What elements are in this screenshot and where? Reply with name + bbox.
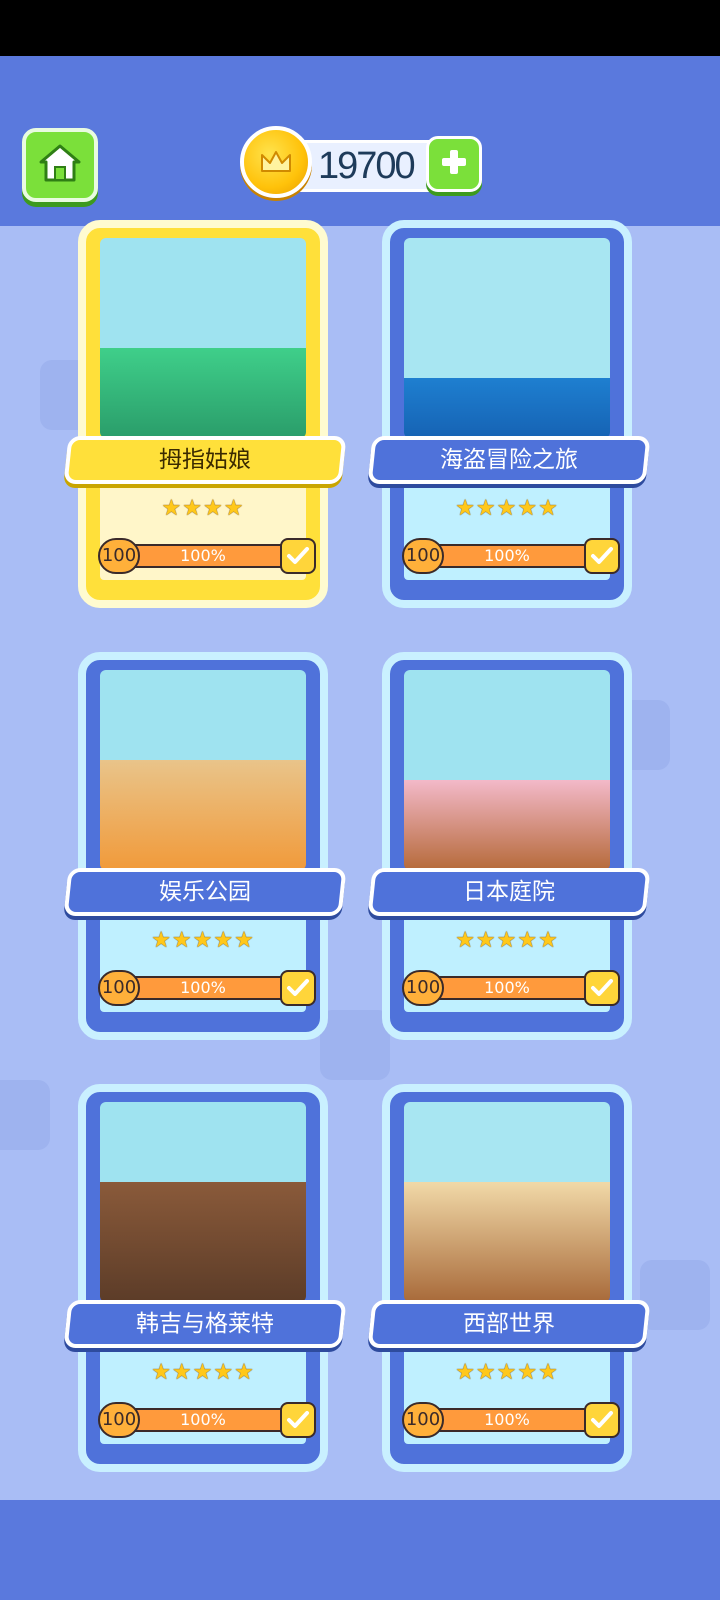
level-card[interactable]: 日本庭院 ★★★★★ 100% 100	[367, 652, 651, 1040]
check-icon	[584, 970, 620, 1006]
level-progress: 100% 100	[98, 1400, 316, 1438]
add-coins-button[interactable]	[426, 136, 482, 192]
wild-west-art	[404, 1102, 610, 1302]
level-title-text: 拇指姑娘	[159, 447, 251, 473]
level-title: 韩吉与格莱特	[63, 1300, 347, 1348]
star-rating: ★★★★★	[455, 1360, 559, 1385]
level-progress: 100% 100	[402, 968, 620, 1006]
level-card[interactable]: 海盗冒险之旅 ★★★★★ 100% 100	[367, 220, 651, 608]
level-number-badge: 100	[402, 538, 444, 574]
level-progress: 100% 100	[402, 1400, 620, 1438]
level-title: 西部世界	[367, 1300, 651, 1348]
japanese-garden-art	[404, 670, 610, 870]
check-icon	[584, 538, 620, 574]
level-number-badge: 100	[98, 1402, 140, 1438]
star-rating: ★★★★★	[151, 928, 255, 953]
star-rating: ★★★★★	[151, 1360, 255, 1385]
progress-percent: 100%	[180, 546, 226, 565]
level-title-text: 西部世界	[463, 1311, 555, 1337]
star-rating: ★★★★★	[455, 496, 559, 521]
level-progress: 100% 100	[402, 536, 620, 574]
level-card[interactable]: 拇指姑娘 ★★★★ 100% 100	[63, 220, 347, 608]
progress-percent: 100%	[180, 1410, 226, 1429]
level-title: 拇指姑娘	[63, 436, 347, 484]
bg-puzzle-piece	[640, 1260, 710, 1330]
progress-percent: 100%	[484, 1410, 530, 1429]
hansel-gretel-art	[100, 1102, 306, 1302]
level-card[interactable]: 西部世界 ★★★★★ 100% 100	[367, 1084, 651, 1472]
star-rating: ★★★★★	[455, 928, 559, 953]
level-title: 海盗冒险之旅	[367, 436, 651, 484]
home-button[interactable]	[22, 128, 98, 202]
progress-percent: 100%	[180, 978, 226, 997]
pirate-ship-art	[404, 238, 610, 438]
bg-puzzle-piece	[0, 1080, 50, 1150]
check-icon	[280, 970, 316, 1006]
coin-count: 19700	[318, 145, 416, 187]
plus-icon	[439, 147, 469, 181]
progress-percent: 100%	[484, 978, 530, 997]
level-card[interactable]: 娱乐公园 ★★★★★ 100% 100	[63, 652, 347, 1040]
crown-coin-icon	[240, 126, 312, 198]
amusement-park-art	[100, 670, 306, 870]
level-title-text: 娱乐公园	[159, 879, 251, 905]
status-bar	[0, 0, 720, 56]
check-icon	[280, 1402, 316, 1438]
level-title-text: 韩吉与格莱特	[136, 1311, 274, 1337]
check-icon	[584, 1402, 620, 1438]
level-title: 娱乐公园	[63, 868, 347, 916]
level-progress: 100% 100	[98, 536, 316, 574]
progress-percent: 100%	[484, 546, 530, 565]
bg-puzzle-piece	[320, 1010, 390, 1080]
level-number-badge: 100	[98, 970, 140, 1006]
check-icon	[280, 538, 316, 574]
level-number-badge: 100	[402, 970, 444, 1006]
thumbelina-art	[100, 238, 306, 438]
bottom-bar	[0, 1500, 720, 1600]
level-number-badge: 100	[402, 1402, 444, 1438]
home-icon	[38, 143, 82, 187]
level-number-badge: 100	[98, 538, 140, 574]
star-rating: ★★★★	[161, 496, 245, 521]
level-title-text: 海盗冒险之旅	[440, 447, 578, 473]
level-card[interactable]: 韩吉与格莱特 ★★★★★ 100% 100	[63, 1084, 347, 1472]
level-progress: 100% 100	[98, 968, 316, 1006]
level-title: 日本庭院	[367, 868, 651, 916]
level-title-text: 日本庭院	[463, 879, 555, 905]
